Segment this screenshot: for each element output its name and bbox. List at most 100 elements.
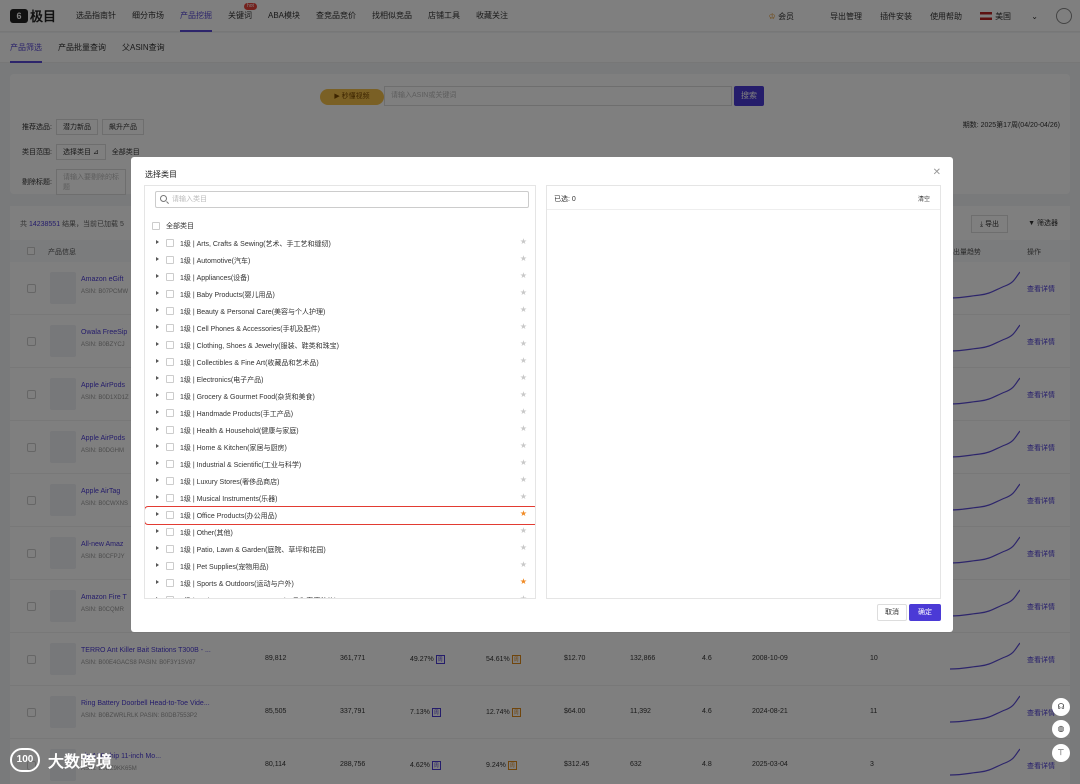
category-item[interactable]: 1级 | Arts, Crafts & Sewing(艺术、手工艺和缝纫) ★ <box>145 235 535 252</box>
watermark-logo: 100 大数跨境 <box>10 748 112 772</box>
expand-icon[interactable] <box>156 597 159 598</box>
category-checkbox[interactable] <box>166 256 174 264</box>
category-label: 1级 | Handmade Products(手工产品) <box>180 411 294 418</box>
star-icon[interactable]: ★ <box>520 356 527 365</box>
category-item[interactable]: 1级 | Collectibles & Fine Art(收藏品和艺术品) ★ <box>145 354 535 371</box>
category-item[interactable]: 1级 | Beauty & Personal Care(美容与个人护理) ★ <box>145 303 535 320</box>
star-icon[interactable]: ★ <box>520 237 527 246</box>
star-icon[interactable]: ★ <box>520 577 527 586</box>
expand-icon[interactable] <box>156 444 159 448</box>
category-item[interactable]: 1级 | Electronics(电子产品) ★ <box>145 371 535 388</box>
expand-icon[interactable] <box>156 427 159 431</box>
star-icon[interactable]: ★ <box>520 424 527 433</box>
category-checkbox[interactable] <box>166 341 174 349</box>
expand-icon[interactable] <box>156 529 159 533</box>
close-icon[interactable]: ✕ <box>933 167 941 178</box>
category-item[interactable]: 1级 | Tools & Home Improvement(工具和家庭装修) ★ <box>145 592 535 598</box>
star-icon[interactable]: ★ <box>520 288 527 297</box>
category-item[interactable]: 1级 | Clothing, Shoes & Jewelry(服装、鞋类和珠宝)… <box>145 337 535 354</box>
star-icon[interactable]: ★ <box>520 305 527 314</box>
expand-icon[interactable] <box>156 580 159 584</box>
expand-icon[interactable] <box>156 393 159 397</box>
all-category-option[interactable]: 全部类目 <box>152 221 194 231</box>
category-checkbox[interactable] <box>166 545 174 553</box>
category-item[interactable]: 1级 | Pet Supplies(宠物用品) ★ <box>145 558 535 575</box>
category-checkbox[interactable] <box>166 290 174 298</box>
category-checkbox[interactable] <box>166 239 174 247</box>
chat-icon[interactable]: ◍ <box>1052 720 1070 738</box>
category-checkbox[interactable] <box>166 562 174 570</box>
category-checkbox[interactable] <box>166 307 174 315</box>
star-icon[interactable]: ★ <box>520 594 527 598</box>
star-icon[interactable]: ★ <box>520 407 527 416</box>
category-item[interactable]: 1级 | Musical Instruments(乐器) ★ <box>145 490 535 507</box>
star-icon[interactable]: ★ <box>520 509 527 518</box>
star-icon[interactable]: ★ <box>520 458 527 467</box>
category-item[interactable]: 1级 | Industrial & Scientific(工业与科学) ★ <box>145 456 535 473</box>
star-icon[interactable]: ★ <box>520 339 527 348</box>
star-icon[interactable]: ★ <box>520 322 527 331</box>
category-item[interactable]: 1级 | Other(其他) ★ <box>145 524 535 541</box>
expand-icon[interactable] <box>156 257 159 261</box>
category-item[interactable]: 1级 | Patio, Lawn & Garden(庭院、草坪和花园) ★ <box>145 541 535 558</box>
category-item[interactable]: 1级 | Baby Products(婴儿用品) ★ <box>145 286 535 303</box>
category-item[interactable]: 1级 | Health & Household(健康与家庭) ★ <box>145 422 535 439</box>
cancel-button[interactable]: 取消 <box>877 604 907 621</box>
category-item[interactable]: 1级 | Home & Kitchen(家居与厨房) ★ <box>145 439 535 456</box>
category-checkbox[interactable] <box>166 528 174 536</box>
category-checkbox[interactable] <box>166 477 174 485</box>
expand-icon[interactable] <box>156 325 159 329</box>
expand-icon[interactable] <box>156 410 159 414</box>
expand-icon[interactable] <box>156 308 159 312</box>
back-to-top-icon[interactable]: ⊤ <box>1052 744 1070 762</box>
category-checkbox[interactable] <box>166 273 174 281</box>
expand-icon[interactable] <box>156 274 159 278</box>
star-icon[interactable]: ★ <box>520 492 527 501</box>
category-item[interactable]: 1级 | Grocery & Gourmet Food(杂货和美食) ★ <box>145 388 535 405</box>
expand-icon[interactable] <box>156 495 159 499</box>
star-icon[interactable]: ★ <box>520 560 527 569</box>
category-item[interactable]: 1级 | Automotive(汽车) ★ <box>145 252 535 269</box>
star-icon[interactable]: ★ <box>520 254 527 263</box>
category-item[interactable]: 1级 | Cell Phones & Accessories(手机及配件) ★ <box>145 320 535 337</box>
star-icon[interactable]: ★ <box>520 373 527 382</box>
category-checkbox[interactable] <box>166 460 174 468</box>
expand-icon[interactable] <box>156 291 159 295</box>
category-item[interactable]: 1级 | Sports & Outdoors(运动与户外) ★ <box>145 575 535 592</box>
category-checkbox[interactable] <box>166 511 174 519</box>
category-checkbox[interactable] <box>166 443 174 451</box>
category-item[interactable]: 1级 | Luxury Stores(奢侈品商店) ★ <box>145 473 535 490</box>
expand-icon[interactable] <box>156 359 159 363</box>
category-checkbox[interactable] <box>166 375 174 383</box>
category-search-input[interactable]: 请输入类目 <box>155 191 529 208</box>
expand-icon[interactable] <box>156 376 159 380</box>
star-icon[interactable]: ★ <box>520 441 527 450</box>
category-checkbox[interactable] <box>166 579 174 587</box>
category-checkbox[interactable] <box>166 392 174 400</box>
star-icon[interactable]: ★ <box>520 543 527 552</box>
category-checkbox[interactable] <box>166 494 174 502</box>
checkbox[interactable] <box>152 222 160 230</box>
star-icon[interactable]: ★ <box>520 390 527 399</box>
expand-icon[interactable] <box>156 512 159 516</box>
category-checkbox[interactable] <box>166 596 174 598</box>
category-item[interactable]: 1级 | Office Products(办公用品) ★ <box>145 506 535 525</box>
star-icon[interactable]: ★ <box>520 271 527 280</box>
expand-icon[interactable] <box>156 478 159 482</box>
category-checkbox[interactable] <box>166 358 174 366</box>
star-icon[interactable]: ★ <box>520 475 527 484</box>
star-icon[interactable]: ★ <box>520 526 527 535</box>
confirm-button[interactable]: 确定 <box>909 604 941 621</box>
category-item[interactable]: 1级 | Appliances(设备) ★ <box>145 269 535 286</box>
expand-icon[interactable] <box>156 563 159 567</box>
headset-icon[interactable]: ☊ <box>1052 698 1070 716</box>
clear-button[interactable]: 清空 <box>918 194 930 203</box>
expand-icon[interactable] <box>156 240 159 244</box>
category-item[interactable]: 1级 | Handmade Products(手工产品) ★ <box>145 405 535 422</box>
category-checkbox[interactable] <box>166 409 174 417</box>
expand-icon[interactable] <box>156 342 159 346</box>
category-checkbox[interactable] <box>166 426 174 434</box>
category-checkbox[interactable] <box>166 324 174 332</box>
expand-icon[interactable] <box>156 546 159 550</box>
expand-icon[interactable] <box>156 461 159 465</box>
